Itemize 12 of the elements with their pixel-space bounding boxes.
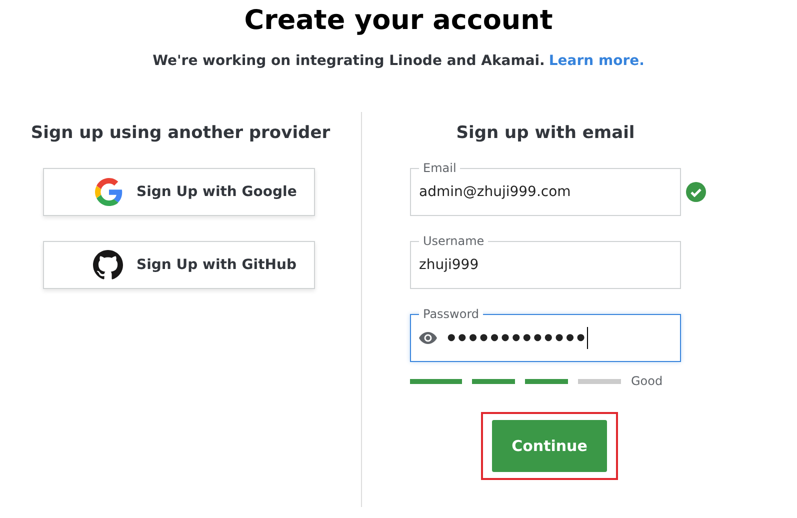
continue-button[interactable]: Continue <box>492 420 607 472</box>
notice-text: We're working on integrating Linode and Akamai. <box>152 52 545 71</box>
page-title: Create your account <box>244 4 553 38</box>
google-logo-icon <box>94 178 122 206</box>
google-signup-button[interactable]: Sign Up with Google <box>42 168 314 216</box>
strength-label: Good <box>631 373 663 390</box>
section-heading: Sign up with email <box>455 122 636 145</box>
section-heading: Sign up using another provider <box>30 122 330 145</box>
eye-icon[interactable] <box>419 332 437 344</box>
learn-more-link[interactable]: Learn more. <box>548 51 644 72</box>
github-signup-button[interactable]: Sign Up with GitHub <box>42 241 314 289</box>
github-logo-icon <box>92 250 122 280</box>
